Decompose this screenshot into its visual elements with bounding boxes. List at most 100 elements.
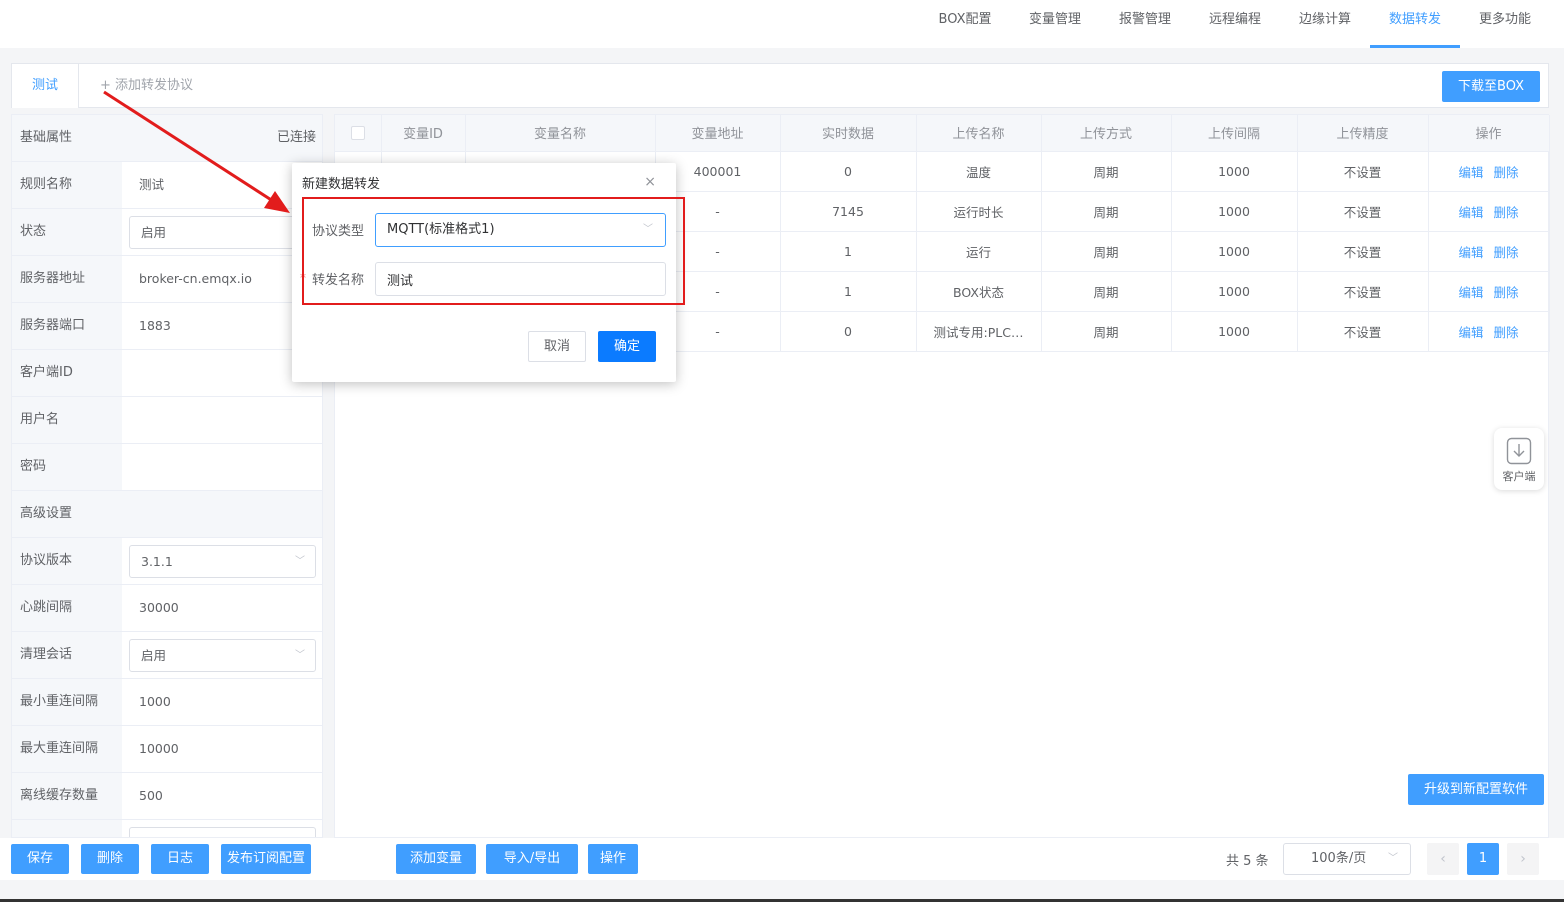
heartbeat-label: 心跳间隔 [12,585,122,631]
edit-link[interactable]: 编辑 [1458,205,1483,220]
page-number-current[interactable]: 1 [1467,843,1499,875]
cell-upload-mode: 周期 [1041,271,1172,312]
cell-upload-mode: 周期 [1041,191,1172,232]
chevron-right-icon: › [1520,851,1526,867]
edit-link[interactable]: 编辑 [1458,285,1483,300]
add-protocol-link[interactable]: + 添加转发协议 [100,64,193,108]
cell-upload-precision: 不设置 [1297,151,1429,192]
upgrade-software-button[interactable]: 升级到新配置软件 [1408,774,1544,805]
row-clean-session: 清理会话 启用 ﹀ [12,632,322,679]
offline-cache-label: 离线缓存数量 [12,773,122,819]
delete-link[interactable]: 删除 [1494,325,1519,340]
cell-upload-name: 温度 [916,151,1042,192]
page-size-select[interactable]: 100条/页 ﹀ [1283,843,1411,875]
col-var-id: 变量ID [381,115,466,152]
cancel-button[interactable]: 取消 [528,331,586,362]
protocol-type-select[interactable]: MQTT(标准格式1) ﹀ [375,213,666,247]
row-heartbeat: 心跳间隔 30000 [12,585,322,632]
server-addr-field[interactable]: broker-cn.emqx.io [130,256,252,302]
min-reconnect-field[interactable]: 1000 [130,679,171,725]
page-size-value: 100条/页 [1311,851,1367,866]
bottom-action-bar: 保存 删除 日志 发布订阅配置 添加变量 导入/导出 操作 共 5 条 100条… [0,838,1564,880]
partial-row-select[interactable] [129,827,316,837]
edit-link[interactable]: 编辑 [1458,165,1483,180]
cell-upload-interval: 1000 [1171,271,1298,312]
tab-alarm-manage[interactable]: 报警管理 [1100,0,1190,48]
dialog-title: 新建数据转发 [302,177,381,192]
row-password: 密码 [12,444,322,491]
publish-subscribe-button[interactable]: 发布订阅配置 [221,844,311,874]
top-nav: BOX配置 变量管理 报警管理 远程编程 边缘计算 数据转发 更多功能 [0,0,1564,48]
close-icon[interactable]: × [644,174,656,190]
server-port-label: 服务器端口 [12,303,122,349]
col-var-addr: 变量地址 [655,115,781,152]
import-export-button[interactable]: 导入/导出 [486,844,578,874]
tab-variable-manage[interactable]: 变量管理 [1010,0,1100,48]
rule-name-field[interactable]: 测试 [130,162,164,208]
min-reconnect-label: 最小重连间隔 [12,679,122,725]
delete-link[interactable]: 删除 [1494,165,1519,180]
operate-button[interactable]: 操作 [588,844,638,874]
row-state: 状态 启用 [12,209,322,256]
col-realtime: 实时数据 [780,115,917,152]
rule-name-label: 规则名称 [12,162,122,208]
password-field[interactable] [130,444,139,490]
forward-name-input[interactable] [375,262,666,296]
username-field[interactable] [130,397,139,443]
client-id-label: 客户端ID [12,350,122,396]
cell-realtime: 1 [780,231,917,272]
proto-version-select[interactable]: 3.1.1 ﹀ [129,545,316,578]
edit-link[interactable]: 编辑 [1458,245,1483,260]
client-download-widget[interactable]: 客户端 [1494,428,1544,490]
clean-session-select[interactable]: 启用 ﹀ [129,639,316,672]
prev-page-button[interactable]: ‹ [1427,843,1459,875]
cell-upload-interval: 1000 [1171,191,1298,232]
heartbeat-field[interactable]: 30000 [130,585,179,631]
row-max-reconnect: 最大重连间隔 10000 [12,726,322,773]
cell-upload-mode: 周期 [1041,311,1172,352]
download-to-box-button[interactable]: 下载至BOX [1442,71,1540,102]
offline-cache-field[interactable]: 500 [130,773,163,819]
delete-link[interactable]: 删除 [1494,205,1519,220]
cell-upload-mode: 周期 [1041,231,1172,272]
section-advanced-label: 高级设置 [12,491,322,537]
row-client-id: 客户端ID [12,350,322,397]
tab-box-config[interactable]: BOX配置 [920,0,1010,48]
tab-remote-program[interactable]: 远程编程 [1190,0,1280,48]
add-variable-button[interactable]: 添加变量 [396,844,476,874]
state-select[interactable]: 启用 [129,216,316,249]
row-proto-version: 协议版本 3.1.1 ﹀ [12,538,322,585]
row-rule-name: 规则名称 测试 [12,162,322,209]
client-id-field[interactable] [130,350,139,396]
server-port-field[interactable]: 1883 [130,303,171,349]
protocol-tab-bar: 测试 + 添加转发协议 下载至BOX [11,63,1549,108]
log-button[interactable]: 日志 [151,844,209,874]
save-button[interactable]: 保存 [11,844,69,874]
cell-upload-name: 测试专用:PLC… [916,311,1042,352]
confirm-button[interactable]: 确定 [598,331,656,362]
state-select-value: 启用 [141,225,167,240]
cell-actions: 编辑 删除 [1428,311,1550,352]
protocol-type-label: 协议类型 [312,224,365,239]
next-page-button[interactable]: › [1507,843,1539,875]
chevron-down-icon: ﹀ [643,224,653,235]
chevron-down-icon: ﹀ [295,556,305,567]
chevron-down-icon: ﹀ [1388,853,1398,864]
protocol-tab-test[interactable]: 测试 [12,64,79,108]
col-actions: 操作 [1428,115,1550,152]
tab-data-forward[interactable]: 数据转发 [1370,0,1460,48]
cell-upload-interval: 1000 [1171,231,1298,272]
max-reconnect-field[interactable]: 10000 [130,726,179,772]
cell-actions: 编辑 删除 [1428,231,1550,272]
delete-link[interactable]: 删除 [1494,245,1519,260]
tab-edge-compute[interactable]: 边缘计算 [1280,0,1370,48]
server-addr-label: 服务器地址 [12,256,122,302]
select-all-checkbox-cell[interactable] [335,115,382,152]
delete-rule-button[interactable]: 删除 [81,844,139,874]
delete-link[interactable]: 删除 [1494,285,1519,300]
edit-link[interactable]: 编辑 [1458,325,1483,340]
clean-session-label: 清理会话 [12,632,122,678]
select-all-checkbox[interactable] [350,125,365,140]
tab-more[interactable]: 更多功能 [1460,0,1550,48]
password-label: 密码 [12,444,122,490]
